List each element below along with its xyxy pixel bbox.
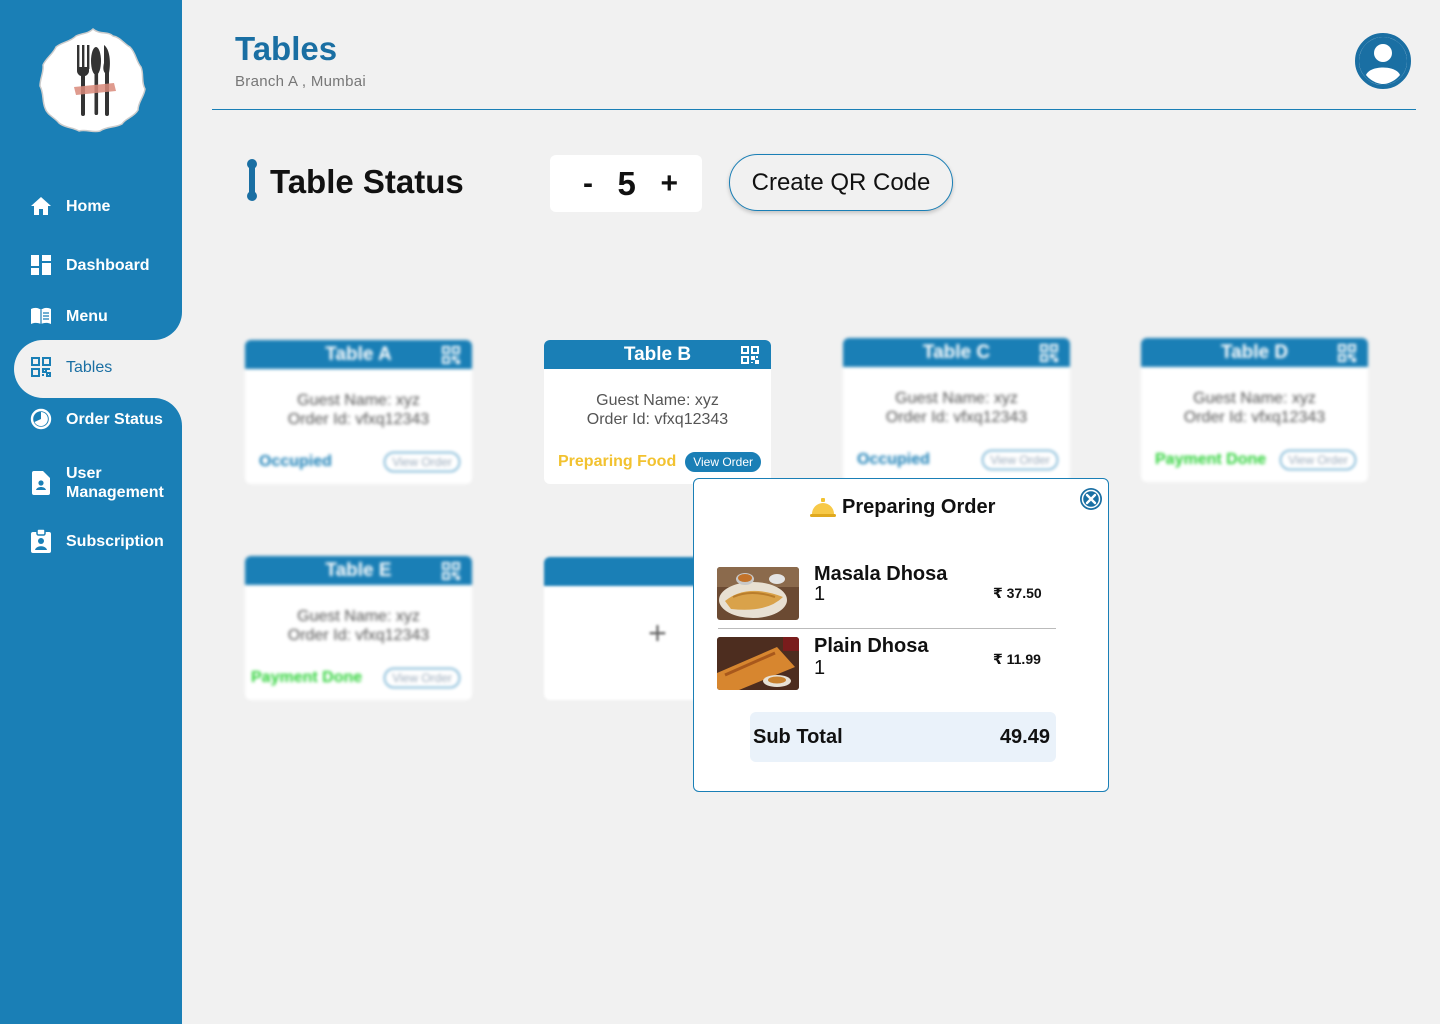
table-status: Payment Done — [251, 669, 363, 686]
table-name: Table E — [325, 560, 392, 581]
header-divider — [212, 109, 1416, 110]
guest-name: Guest Name: xyz — [297, 608, 420, 625]
sidebar-item-label: Menu — [66, 307, 108, 325]
subtotal-label: Sub Total — [753, 725, 843, 748]
qr-grid-icon — [30, 356, 52, 378]
sidebar-item-menu[interactable]: Menu — [0, 305, 182, 327]
increment-button[interactable]: + — [660, 167, 678, 201]
table-card-d[interactable]: Table D Guest Name: xyz Order Id: vfxq12… — [1141, 338, 1368, 482]
guest-name: Guest Name: xyz — [1193, 390, 1316, 407]
sidebar-item-dashboard[interactable]: Dashboard — [0, 254, 182, 276]
masala-dhosa-image — [717, 567, 799, 620]
user-badge-icon — [30, 471, 52, 495]
guest-name: Guest Name: xyz — [895, 390, 1018, 407]
home-icon — [30, 195, 52, 217]
close-icon[interactable] — [1079, 487, 1103, 511]
table-name: Table D — [1220, 342, 1289, 363]
sidebar-item-home[interactable]: Home — [0, 195, 182, 217]
clipboard-user-icon — [30, 529, 52, 553]
sidebar-item-order-status[interactable]: Order Status — [0, 408, 182, 430]
view-order-button[interactable]: View Order — [384, 452, 460, 472]
branch-subtitle: Branch A , Mumbai — [235, 73, 366, 90]
preparing-order-popup: Preparing Order Masala Dhosa 1 ₹ 37.50 P… — [693, 478, 1109, 792]
decrement-button[interactable]: - — [583, 167, 593, 201]
view-order-button[interactable]: View Order — [1280, 450, 1356, 470]
guest-name: Guest Name: xyz — [596, 392, 719, 409]
table-card-a[interactable]: Table A Guest Name: xyz Order Id: vfxq12… — [245, 340, 472, 484]
menu-book-icon — [30, 305, 52, 327]
qr-code-icon[interactable] — [442, 346, 460, 364]
sidebar-item-label: Tables — [66, 358, 113, 376]
sidebar-item-label: Order Status — [66, 410, 163, 428]
table-status: Preparing Food — [558, 453, 677, 470]
subtotal-row: Sub Total 49.49 — [750, 712, 1056, 762]
view-order-button[interactable]: View Order — [384, 668, 460, 688]
view-order-button[interactable]: View Order — [982, 450, 1058, 470]
view-order-button[interactable]: View Order — [685, 452, 761, 472]
qr-code-icon[interactable] — [1338, 344, 1356, 362]
item-quantity: 1 — [814, 657, 826, 679]
table-count-stepper: - 5 + — [550, 155, 702, 212]
table-status: Payment Done — [1155, 451, 1267, 468]
table-name: Table B — [623, 344, 692, 365]
sidebar-item-user-management[interactable]: User Management — [0, 464, 182, 502]
sidebar-item-label: Subscription — [66, 532, 164, 550]
plain-dhosa-image — [717, 637, 799, 690]
qr-code-icon[interactable] — [741, 346, 759, 364]
order-id: Order Id: vfxq12343 — [885, 409, 1028, 426]
order-id: Order Id: vfxq12343 — [287, 627, 430, 644]
section-title: Table Status — [270, 163, 464, 200]
table-status: Occupied — [259, 453, 332, 470]
table-name: Table C — [922, 342, 991, 363]
item-price: ₹ 37.50 — [993, 585, 1042, 601]
subtotal-value: 49.49 — [999, 725, 1050, 748]
qr-code-icon[interactable] — [1040, 344, 1058, 362]
page-title: Tables — [235, 30, 338, 67]
table-status: Occupied — [857, 451, 930, 468]
table-card-b[interactable]: Table B Guest Name: xyz Order Id: vfxq12… — [544, 340, 771, 484]
table-card-c[interactable]: Table C Guest Name: xyz Order Id: vfxq12… — [843, 338, 1070, 482]
guest-name: Guest Name: xyz — [297, 392, 420, 409]
table-card-e[interactable]: Table E Guest Name: xyz Order Id: vfxq12… — [245, 556, 472, 700]
sidebar-item-label: Dashboard — [66, 256, 150, 274]
item-quantity: 1 — [814, 583, 826, 605]
popup-title: Preparing Order — [842, 496, 996, 518]
sidebar-item-label: Home — [66, 197, 111, 215]
order-id: Order Id: vfxq12343 — [586, 411, 729, 428]
sidebar: Home Dashboard Menu Tables Order Status … — [0, 0, 189, 1024]
service-bell-icon — [810, 498, 836, 517]
create-qr-code-button[interactable]: Create QR Code — [729, 154, 953, 211]
sidebar-item-tables[interactable]: Tables — [0, 356, 182, 378]
restaurant-logo — [39, 27, 146, 133]
clock-icon — [30, 408, 52, 430]
item-price: ₹ 11.99 — [993, 651, 1041, 667]
dashboard-icon — [30, 254, 52, 276]
item-divider — [718, 628, 1056, 629]
item-name: Plain Dhosa — [814, 635, 929, 657]
user-avatar-icon[interactable] — [1355, 33, 1411, 89]
sidebar-item-label: User Management — [66, 465, 164, 501]
sidebar-item-subscription[interactable]: Subscription — [0, 529, 182, 553]
table-name: Table A — [325, 344, 392, 365]
order-id: Order Id: vfxq12343 — [1183, 409, 1326, 426]
qr-code-icon[interactable] — [442, 562, 460, 580]
item-name: Masala Dhosa — [814, 563, 948, 585]
order-id: Order Id: vfxq12343 — [287, 411, 430, 428]
status-indicator-icon — [247, 159, 257, 201]
table-count-value: 5 — [617, 164, 636, 202]
